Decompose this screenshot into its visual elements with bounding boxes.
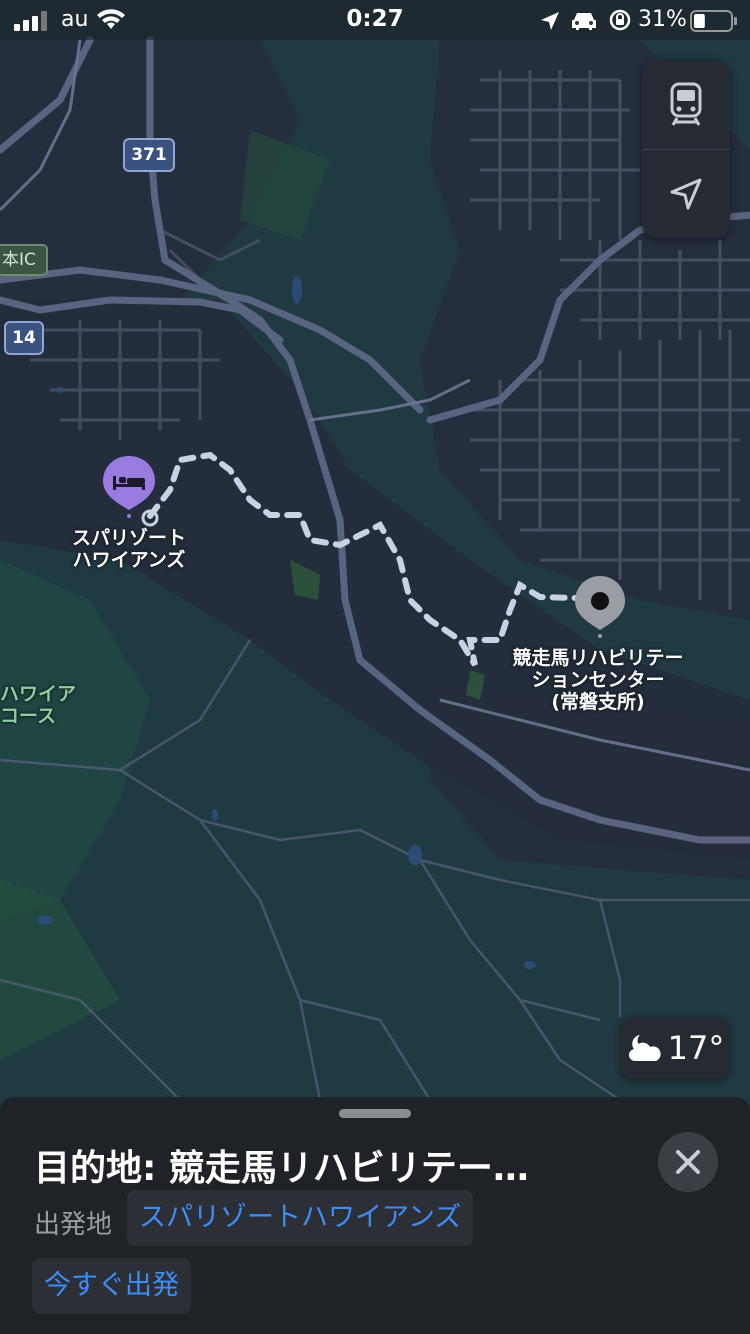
origin-field-label: 出発地 (34, 1210, 113, 1240)
train-icon (670, 82, 702, 126)
weather-badge[interactable]: 17° (620, 1017, 730, 1079)
battery-percent: 31% (638, 7, 687, 32)
road-shield-371: 371 (123, 138, 175, 172)
road-shield-371-label: 371 (131, 145, 167, 165)
close-button[interactable] (658, 1132, 718, 1192)
weather-temperature: 17° (667, 1029, 725, 1067)
road-shield-14-label: 14 (12, 328, 36, 348)
interchange-label: 本IC (0, 244, 48, 276)
close-icon (676, 1150, 700, 1174)
current-location-button[interactable] (642, 150, 730, 238)
rotation-lock-icon (609, 9, 631, 31)
location-arrow-icon (670, 178, 702, 210)
pin-icon (575, 576, 625, 638)
status-bar: au 0:27 31% (0, 0, 750, 40)
destination-pin[interactable] (573, 574, 627, 638)
transit-mode-button[interactable] (642, 60, 730, 148)
road-shield-14: 14 (4, 321, 44, 355)
sheet-grabber[interactable] (339, 1109, 411, 1118)
directions-sheet: 目的地: 競走馬リハビリテー… 出発地 スパリゾートハワイアンズ 今すぐ出発 (0, 1097, 750, 1334)
origin-selector[interactable]: スパリゾートハワイアンズ (127, 1190, 474, 1246)
depart-now-button[interactable]: 今すぐ出発 (32, 1258, 191, 1314)
partly-cloudy-night-icon (628, 1035, 661, 1061)
location-services-icon (541, 12, 559, 30)
battery-icon (690, 10, 737, 32)
map-controls (642, 60, 730, 238)
origin-label: スパリゾート ハワイアンズ (71, 527, 186, 571)
destination-label: 競走馬リハビリテー ションセンター (常磐支所) (512, 647, 684, 713)
area-label: ハワイア コース (0, 683, 77, 727)
origin-pin[interactable] (101, 454, 157, 518)
driving-focus-icon (572, 13, 596, 30)
bed-icon (103, 456, 155, 518)
destination-title: 目的地: 競走馬リハビリテー… (34, 1148, 529, 1189)
